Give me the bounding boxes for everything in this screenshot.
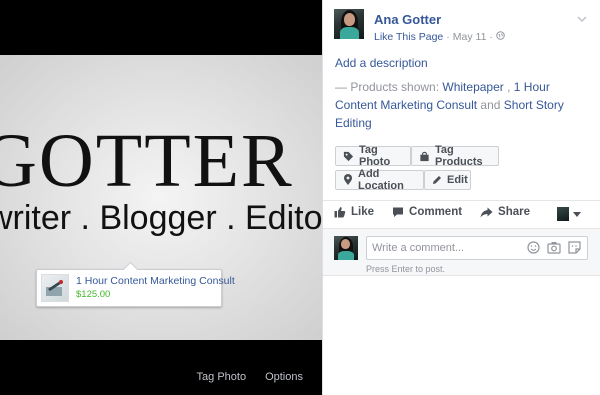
caret-down-icon xyxy=(573,211,581,217)
photo-viewer: GOTTER writer . Blogger . Editor 1 Hour … xyxy=(0,0,322,395)
comment-input[interactable] xyxy=(367,237,517,259)
author-name[interactable]: Ana Gotter xyxy=(374,12,505,28)
like-button[interactable]: Like xyxy=(334,206,374,218)
product-tag-name[interactable]: 1 Hour Content Marketing Consult xyxy=(76,274,235,288)
photo-brand-subtitle: writer . Blogger . Editor xyxy=(0,199,322,237)
post-options-chevron-icon[interactable] xyxy=(577,12,587,26)
viewer-options-link[interactable]: Options xyxy=(265,371,303,383)
comment-composer: Press Enter to post. xyxy=(323,228,600,276)
meta-separator: · xyxy=(446,31,450,43)
like-page-link[interactable]: Like This Page xyxy=(374,31,443,43)
pencil-icon xyxy=(433,176,441,184)
photo-brand-title: GOTTER xyxy=(0,119,294,203)
add-description-link[interactable]: Add a description xyxy=(335,56,428,70)
post-header: Ana Gotter Like This Page · May 11 · xyxy=(334,9,505,43)
post-actions: Like Comment Share xyxy=(334,206,530,218)
add-location-button[interactable]: Add Location xyxy=(335,168,424,192)
products-and: and xyxy=(480,98,501,112)
emoji-icon[interactable] xyxy=(527,241,540,254)
post-meta: Like This Page · May 11 · xyxy=(374,31,505,43)
products-prefix: — Products shown: xyxy=(335,80,440,94)
tag-products-button[interactable]: Tag Products xyxy=(411,144,499,168)
edit-label: Edit xyxy=(447,174,468,186)
tag-icon xyxy=(343,151,354,161)
add-location-label: Add Location xyxy=(358,168,404,192)
commenter-avatar xyxy=(334,236,358,260)
product-thumbnail xyxy=(41,274,69,302)
like-label: Like xyxy=(351,206,375,218)
comment-bubble-icon xyxy=(393,207,404,217)
viewer-tag-photo-link[interactable]: Tag Photo xyxy=(197,371,247,383)
comment-box[interactable] xyxy=(366,236,588,260)
location-pin-icon xyxy=(344,174,352,185)
edit-button[interactable]: Edit xyxy=(424,170,471,190)
product-tag-popup[interactable]: 1 Hour Content Marketing Consult $125.00 xyxy=(36,269,235,307)
shopping-bag-icon xyxy=(420,151,429,161)
share-arrow-icon xyxy=(480,207,493,217)
tag-photo-button[interactable]: Tag Photo xyxy=(335,144,411,168)
meta-separator: · xyxy=(489,31,493,43)
viewer-footer: Tag Photo Options xyxy=(197,371,303,383)
post-date[interactable]: May 11 xyxy=(453,31,487,43)
author-avatar[interactable] xyxy=(334,9,364,39)
thumbs-up-icon xyxy=(334,207,346,218)
globe-icon xyxy=(496,31,505,43)
audience-selector[interactable] xyxy=(557,207,581,221)
share-button[interactable]: Share xyxy=(480,206,530,218)
tag-products-label: Tag Products xyxy=(435,144,483,168)
divider xyxy=(323,200,600,201)
comment-icons xyxy=(527,241,581,254)
share-label: Share xyxy=(498,206,531,218)
product-link-whitepaper[interactable]: Whitepaper xyxy=(442,80,503,94)
products-comma: , xyxy=(507,80,511,94)
comment-button[interactable]: Comment xyxy=(392,206,462,218)
product-tag-price: $125.00 xyxy=(76,289,111,300)
products-shown: — Products shown: Whitepaper , 1 Hour Co… xyxy=(335,78,585,132)
press-enter-hint: Press Enter to post. xyxy=(366,264,446,274)
camera-icon[interactable] xyxy=(547,241,561,254)
post-sidebar: Ana Gotter Like This Page · May 11 · Add… xyxy=(322,0,600,395)
sticker-icon[interactable] xyxy=(568,241,581,254)
comment-label: Comment xyxy=(409,206,463,218)
tag-photo-label: Tag Photo xyxy=(359,144,391,168)
audience-avatar xyxy=(557,207,569,221)
